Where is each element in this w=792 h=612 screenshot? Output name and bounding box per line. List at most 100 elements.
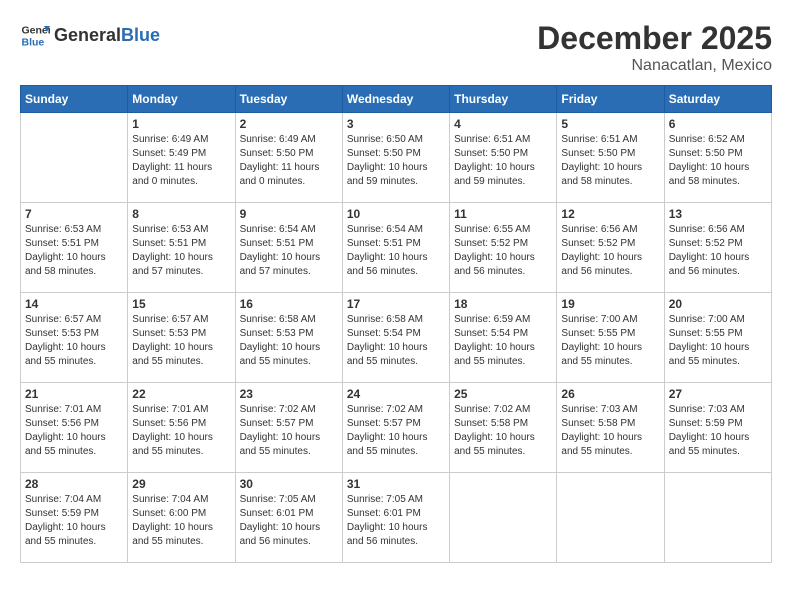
day-number: 26 bbox=[561, 387, 659, 401]
day-number: 15 bbox=[132, 297, 230, 311]
day-info: Sunrise: 7:01 AMSunset: 5:56 PMDaylight:… bbox=[132, 403, 230, 459]
table-row: 8Sunrise: 6:53 AMSunset: 5:51 PMDaylight… bbox=[128, 203, 235, 293]
table-row: 16 Sunrise: 6:58 AMSunset: 5:53 PMDayligh… bbox=[235, 293, 342, 383]
day-number: 8 bbox=[132, 207, 230, 221]
table-row: 15Sunrise: 6:57 AMSunset: 5:53 PMDayligh… bbox=[128, 293, 235, 383]
table-row: 12 Sunrise: 6:56 AMSunset: 5:52 PMDayligh… bbox=[557, 203, 664, 293]
table-row: 24 Sunrise: 7:02 AMSunset: 5:57 PMDayligh… bbox=[342, 383, 449, 473]
table-row: 2Sunrise: 6:49 AMSunset: 5:50 PMDaylight… bbox=[235, 113, 342, 203]
day-number: 30 bbox=[240, 477, 338, 491]
day-info: Sunrise: 6:50 AMSunset: 5:50 PMDaylight:… bbox=[347, 133, 445, 189]
col-wednesday: Wednesday bbox=[342, 86, 449, 113]
day-number: 6 bbox=[669, 117, 767, 131]
calendar-table: Sunday Monday Tuesday Wednesday Thursday… bbox=[20, 85, 772, 563]
table-row: 11 Sunrise: 6:55 AMSunset: 5:52 PMDayligh… bbox=[450, 203, 557, 293]
day-info: Sunrise: 6:52 AMSunset: 5:50 PMDaylight:… bbox=[669, 133, 767, 189]
day-info: Sunrise: 6:51 AMSunset: 5:50 PMDaylight:… bbox=[454, 133, 552, 189]
calendar-week-row: 1 Sunrise: 6:49 AMSunset: 5:49 PMDaylight… bbox=[21, 113, 772, 203]
day-number: 2 bbox=[240, 117, 338, 131]
day-number: 21 bbox=[25, 387, 123, 401]
day-number: 25 bbox=[454, 387, 552, 401]
table-row: 13 Sunrise: 6:56 AMSunset: 5:52 PMDayligh… bbox=[664, 203, 771, 293]
col-friday: Friday bbox=[557, 86, 664, 113]
table-row: 6 Sunrise: 6:52 AMSunset: 5:50 PMDaylight… bbox=[664, 113, 771, 203]
day-number: 27 bbox=[669, 387, 767, 401]
calendar-week-row: 7Sunrise: 6:53 AMSunset: 5:51 PMDaylight… bbox=[21, 203, 772, 293]
table-row bbox=[664, 473, 771, 563]
day-number: 5 bbox=[561, 117, 659, 131]
page-header: General Blue GeneralBlue December 2025 N… bbox=[20, 20, 772, 75]
day-info: Sunrise: 7:03 AMSunset: 5:59 PMDaylight:… bbox=[669, 403, 767, 459]
day-number: 29 bbox=[132, 477, 230, 491]
day-info: Sunrise: 6:54 AMSunset: 5:51 PMDaylight:… bbox=[240, 223, 338, 279]
day-number: 13 bbox=[669, 207, 767, 221]
table-row: 5 Sunrise: 6:51 AMSunset: 5:50 PMDaylight… bbox=[557, 113, 664, 203]
title-block: December 2025 Nanacatlan, Mexico bbox=[537, 20, 772, 75]
table-row: 23 Sunrise: 7:02 AMSunset: 5:57 PMDayligh… bbox=[235, 383, 342, 473]
day-info: Sunrise: 7:02 AMSunset: 5:58 PMDaylight:… bbox=[454, 403, 552, 459]
day-info: Sunrise: 6:55 AMSunset: 5:52 PMDaylight:… bbox=[454, 223, 552, 279]
col-sunday: Sunday bbox=[21, 86, 128, 113]
table-row bbox=[557, 473, 664, 563]
table-row: 30Sunrise: 7:05 AMSunset: 6:01 PMDayligh… bbox=[235, 473, 342, 563]
table-row: 21Sunrise: 7:01 AMSunset: 5:56 PMDayligh… bbox=[21, 383, 128, 473]
table-row: 3 Sunrise: 6:50 AMSunset: 5:50 PMDaylight… bbox=[342, 113, 449, 203]
table-row: 25 Sunrise: 7:02 AMSunset: 5:58 PMDayligh… bbox=[450, 383, 557, 473]
day-info: Sunrise: 6:58 AMSunset: 5:54 PMDaylight:… bbox=[347, 313, 445, 369]
day-number: 11 bbox=[454, 207, 552, 221]
day-info: Sunrise: 7:02 AMSunset: 5:57 PMDaylight:… bbox=[240, 403, 338, 459]
day-number: 7 bbox=[25, 207, 123, 221]
day-info: Sunrise: 7:00 AMSunset: 5:55 PMDaylight:… bbox=[669, 313, 767, 369]
day-info: Sunrise: 7:04 AMSunset: 5:59 PMDaylight:… bbox=[25, 493, 123, 549]
table-row: 31Sunrise: 7:05 AMSunset: 6:01 PMDayligh… bbox=[342, 473, 449, 563]
calendar-week-row: 28Sunrise: 7:04 AMSunset: 5:59 PMDayligh… bbox=[21, 473, 772, 563]
day-info: Sunrise: 7:02 AMSunset: 5:57 PMDaylight:… bbox=[347, 403, 445, 459]
svg-text:Blue: Blue bbox=[22, 37, 45, 49]
day-number: 17 bbox=[347, 297, 445, 311]
calendar-week-row: 14 Sunrise: 6:57 AMSunset: 5:53 PMDayligh… bbox=[21, 293, 772, 383]
table-row bbox=[450, 473, 557, 563]
day-number: 23 bbox=[240, 387, 338, 401]
col-thursday: Thursday bbox=[450, 86, 557, 113]
table-row: 4Sunrise: 6:51 AMSunset: 5:50 PMDaylight… bbox=[450, 113, 557, 203]
day-number: 14 bbox=[25, 297, 123, 311]
day-number: 24 bbox=[347, 387, 445, 401]
logo: General Blue GeneralBlue bbox=[20, 20, 160, 50]
table-row: 22 Sunrise: 7:01 AMSunset: 5:56 PMDayligh… bbox=[128, 383, 235, 473]
table-row: 9Sunrise: 6:54 AMSunset: 5:51 PMDaylight… bbox=[235, 203, 342, 293]
month-title: December 2025 bbox=[537, 20, 772, 57]
day-info: Sunrise: 7:04 AMSunset: 6:00 PMDaylight:… bbox=[132, 493, 230, 549]
day-info: Sunrise: 6:58 AMSunset: 5:53 PMDaylight:… bbox=[240, 313, 338, 369]
day-number: 22 bbox=[132, 387, 230, 401]
day-number: 19 bbox=[561, 297, 659, 311]
logo-blue-text: Blue bbox=[121, 25, 160, 45]
day-info: Sunrise: 7:03 AMSunset: 5:58 PMDaylight:… bbox=[561, 403, 659, 459]
table-row: 28Sunrise: 7:04 AMSunset: 5:59 PMDayligh… bbox=[21, 473, 128, 563]
day-number: 12 bbox=[561, 207, 659, 221]
day-number: 10 bbox=[347, 207, 445, 221]
table-row: 19 Sunrise: 7:00 AMSunset: 5:55 PMDayligh… bbox=[557, 293, 664, 383]
day-info: Sunrise: 6:56 AMSunset: 5:52 PMDaylight:… bbox=[561, 223, 659, 279]
col-tuesday: Tuesday bbox=[235, 86, 342, 113]
day-info: Sunrise: 7:00 AMSunset: 5:55 PMDaylight:… bbox=[561, 313, 659, 369]
day-number: 1 bbox=[132, 117, 230, 131]
table-row: 7Sunrise: 6:53 AMSunset: 5:51 PMDaylight… bbox=[21, 203, 128, 293]
location-title: Nanacatlan, Mexico bbox=[537, 57, 772, 75]
logo-general-text: General bbox=[54, 25, 121, 45]
day-info: Sunrise: 6:51 AMSunset: 5:50 PMDaylight:… bbox=[561, 133, 659, 189]
table-row: 18 Sunrise: 6:59 AMSunset: 5:54 PMDayligh… bbox=[450, 293, 557, 383]
day-info: Sunrise: 6:49 AMSunset: 5:49 PMDaylight:… bbox=[132, 133, 230, 189]
table-row bbox=[21, 113, 128, 203]
day-info: Sunrise: 6:57 AMSunset: 5:53 PMDaylight:… bbox=[25, 313, 123, 369]
day-info: Sunrise: 6:56 AMSunset: 5:52 PMDaylight:… bbox=[669, 223, 767, 279]
calendar-week-row: 21 Sunrise: 7:01 AMSunset: 5:56 PMDayligh… bbox=[21, 383, 772, 473]
table-row: 14 Sunrise: 6:57 AMSunset: 5:53 PMDayligh… bbox=[21, 293, 128, 383]
day-number: 16 bbox=[240, 297, 338, 311]
day-number: 18 bbox=[454, 297, 552, 311]
table-row: 20 Sunrise: 7:00 AMSunset: 5:55 PMDayligh… bbox=[664, 293, 771, 383]
table-row: 10Sunrise: 6:54 AMSunset: 5:51 PMDayligh… bbox=[342, 203, 449, 293]
day-number: 20 bbox=[669, 297, 767, 311]
day-number: 3 bbox=[347, 117, 445, 131]
day-info: Sunrise: 6:59 AMSunset: 5:54 PMDaylight:… bbox=[454, 313, 552, 369]
col-monday: Monday bbox=[128, 86, 235, 113]
